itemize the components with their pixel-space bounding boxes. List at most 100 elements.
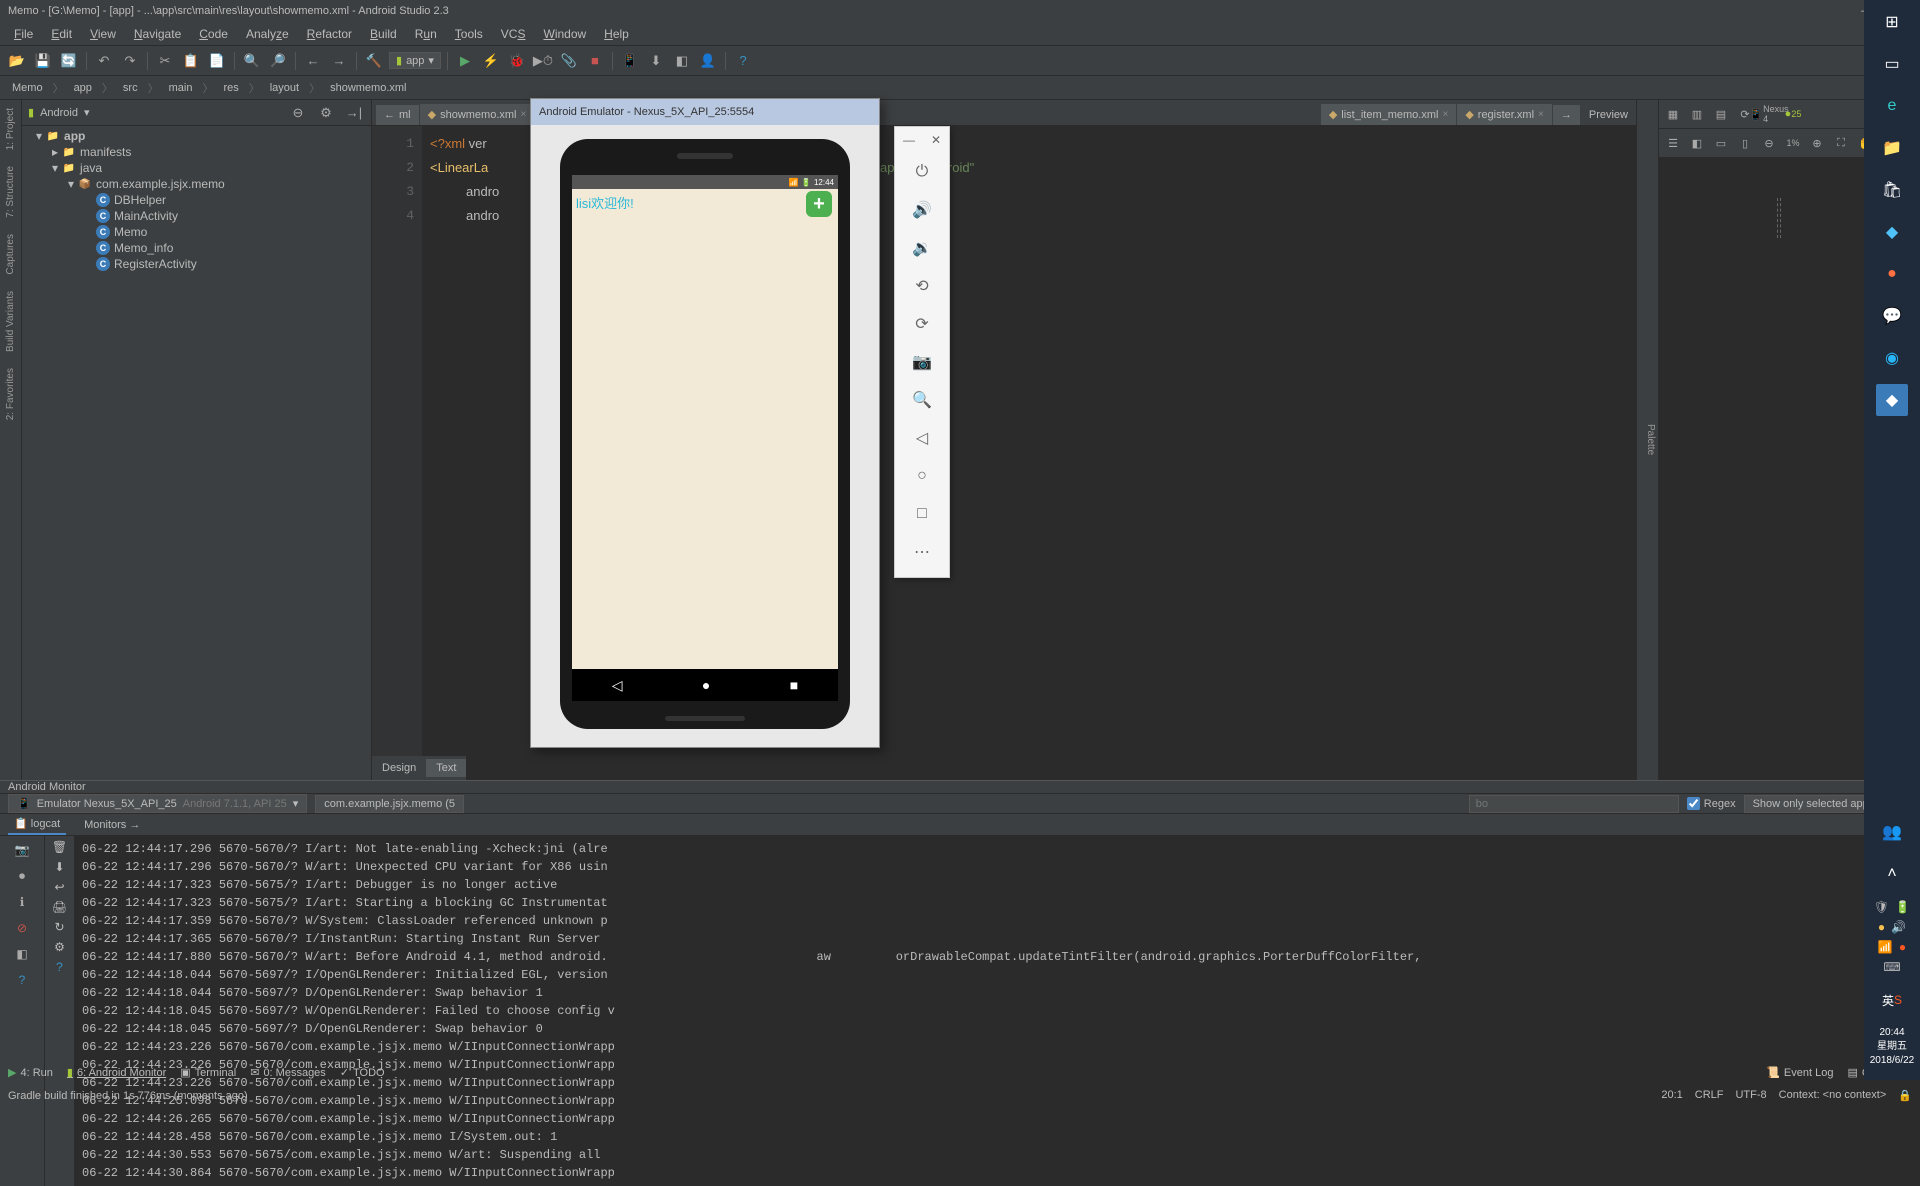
sdk-icon[interactable]: ⬇ bbox=[645, 50, 667, 72]
tree-class[interactable]: C RegisterActivity bbox=[22, 256, 371, 272]
forward-icon[interactable]: → bbox=[328, 50, 350, 72]
zoom-out-icon[interactable]: ⊖ bbox=[1759, 133, 1779, 153]
emulator-title[interactable]: Android Emulator - Nexus_5X_API_25:5554 bbox=[531, 99, 879, 125]
menu-vcs[interactable]: VCS bbox=[493, 25, 534, 43]
device-selector[interactable]: 📱Nexus 4 bbox=[1759, 104, 1779, 124]
menu-tools[interactable]: Tools bbox=[447, 25, 491, 43]
android-studio-icon[interactable]: ◆ bbox=[1876, 384, 1908, 416]
profile-icon[interactable]: ▶⏱ bbox=[532, 50, 554, 72]
terminate-icon[interactable]: ⊘ bbox=[12, 918, 32, 938]
logcat-output[interactable]: 06-22 12:44:17.296 5670-5670/? I/art: No… bbox=[74, 836, 1920, 1186]
camera-icon[interactable]: 📷 bbox=[895, 343, 949, 381]
tab-text[interactable]: Text bbox=[426, 759, 466, 777]
stop-icon[interactable]: ■ bbox=[584, 50, 606, 72]
em-close-icon[interactable]: ✕ bbox=[931, 133, 941, 147]
cut-icon[interactable]: ✂ bbox=[154, 50, 176, 72]
preview-tool-icon[interactable]: ▤ bbox=[1711, 104, 1731, 124]
regex-checkbox[interactable] bbox=[1687, 797, 1700, 810]
api-selector[interactable]: ●25 bbox=[1783, 104, 1803, 124]
tray-wifi-icon[interactable]: 📶 bbox=[1878, 940, 1893, 954]
start-icon[interactable]: ⊞ bbox=[1876, 6, 1908, 38]
tab-favorites[interactable]: 2: Favorites bbox=[3, 364, 18, 424]
tree-class[interactable]: C Memo bbox=[22, 224, 371, 240]
power-icon[interactable]: ⏻ bbox=[895, 153, 949, 191]
tree-class[interactable]: C MainActivity bbox=[22, 208, 371, 224]
tab-logcat[interactable]: 📋 logcat bbox=[8, 814, 66, 835]
save-icon[interactable]: 💾 bbox=[32, 50, 54, 72]
attach-icon[interactable]: 📎 bbox=[558, 50, 580, 72]
layout-inspector-icon[interactable]: ◧ bbox=[671, 50, 693, 72]
tab-terminal[interactable]: ▣ Terminal bbox=[180, 1066, 236, 1079]
menu-navigate[interactable]: Navigate bbox=[126, 25, 189, 43]
tab-android-monitor[interactable]: ▮6: Android Monitor bbox=[67, 1066, 166, 1079]
tab-build-variants[interactable]: Build Variants bbox=[3, 287, 18, 356]
palette-strip[interactable]: Palette bbox=[1636, 100, 1658, 780]
tree-java[interactable]: ▾ 📁 java bbox=[22, 160, 371, 176]
preview-tool-icon[interactable]: ▯ bbox=[1735, 133, 1755, 153]
make-icon[interactable]: 🔨 bbox=[363, 50, 385, 72]
tree-manifests[interactable]: ▸ 📁 manifests bbox=[22, 144, 371, 160]
bc-res[interactable]: res bbox=[217, 81, 244, 95]
screenshot-icon[interactable]: 📷 bbox=[12, 840, 32, 860]
editor-tab-register[interactable]: ◆register.xml× bbox=[1457, 104, 1552, 125]
chevron-down-icon[interactable]: ▾ bbox=[84, 106, 90, 119]
tab-messages[interactable]: ✉ 0: Messages bbox=[250, 1066, 326, 1079]
menu-analyze[interactable]: Analyze bbox=[238, 25, 297, 43]
soft-wrap-icon[interactable]: ↩ bbox=[54, 880, 64, 894]
back-icon[interactable]: ← bbox=[302, 50, 324, 72]
help-icon[interactable]: ? bbox=[12, 970, 32, 990]
app-icon[interactable]: ◉ bbox=[1876, 342, 1908, 374]
help-icon[interactable]: ? bbox=[56, 960, 63, 974]
resource-icon[interactable]: 👤 bbox=[697, 50, 719, 72]
em-minimize-icon[interactable]: — bbox=[903, 133, 915, 147]
print-icon[interactable]: 🖨 bbox=[52, 900, 67, 914]
ime-indicator[interactable]: 英 S bbox=[1876, 984, 1908, 1016]
nav-home-icon[interactable]: ● bbox=[702, 677, 710, 693]
status-context[interactable]: Context: <no context> bbox=[1779, 1089, 1887, 1102]
rotate-right-icon[interactable]: ⟳ bbox=[895, 305, 949, 343]
run-config-selector[interactable]: ▮ app ▾ bbox=[389, 52, 441, 69]
preview-tool-icon[interactable]: ▥ bbox=[1687, 104, 1707, 124]
overview-icon[interactable]: □ bbox=[895, 495, 949, 533]
nav-recent-icon[interactable]: ■ bbox=[790, 677, 798, 693]
replace-icon[interactable]: 🔎 bbox=[267, 50, 289, 72]
status-line-sep[interactable]: CRLF bbox=[1695, 1089, 1724, 1102]
bc-memo[interactable]: Memo bbox=[6, 81, 49, 95]
taskbar-clock[interactable]: 20:44 星期五 2018/6/22 bbox=[1870, 1026, 1915, 1074]
bc-app[interactable]: app bbox=[68, 81, 98, 95]
run-icon[interactable]: ▶ bbox=[454, 50, 476, 72]
device-selector[interactable]: 📱 Emulator Nexus_5X_API_25 Android 7.1.1… bbox=[8, 794, 307, 813]
store-icon[interactable]: 🛍 bbox=[1876, 174, 1908, 206]
preview-tool-icon[interactable]: ▦ bbox=[1663, 104, 1683, 124]
chevron-up-icon[interactable]: ˄ bbox=[1876, 858, 1908, 890]
task-view-icon[interactable]: ▭ bbox=[1876, 48, 1908, 80]
status-lock-icon[interactable]: 🔒 bbox=[1898, 1089, 1912, 1102]
status-encoding[interactable]: UTF-8 bbox=[1735, 1089, 1766, 1102]
bc-file[interactable]: showmemo.xml bbox=[324, 81, 412, 95]
project-view-label[interactable]: Android bbox=[40, 107, 78, 119]
restart-icon[interactable]: ↻ bbox=[54, 920, 64, 934]
tab-run[interactable]: ▶4: Run bbox=[8, 1066, 53, 1079]
tray-volume-icon[interactable]: 🔊 bbox=[1891, 920, 1906, 934]
menu-edit[interactable]: Edit bbox=[43, 25, 80, 43]
editor-tab-next[interactable]: → bbox=[1553, 105, 1580, 125]
bc-src[interactable]: src bbox=[117, 81, 144, 95]
fit-icon[interactable]: ⛶ bbox=[1831, 133, 1851, 153]
tray-icon[interactable]: 🛡 bbox=[1874, 900, 1889, 914]
tray-icon[interactable]: ● bbox=[1899, 940, 1906, 954]
redo-icon[interactable]: ↷ bbox=[119, 50, 141, 72]
record-icon[interactable]: ⏺ bbox=[12, 866, 32, 886]
bc-layout[interactable]: layout bbox=[264, 81, 305, 95]
preview-tool-icon[interactable]: ☰ bbox=[1663, 133, 1683, 153]
preview-tool-icon[interactable]: ◧ bbox=[1687, 133, 1707, 153]
menu-refactor[interactable]: Refactor bbox=[299, 25, 360, 43]
tray-icon[interactable]: 🔋 bbox=[1895, 900, 1910, 914]
avd-icon[interactable]: 📱 bbox=[619, 50, 641, 72]
tree-class[interactable]: C Memo_info bbox=[22, 240, 371, 256]
tab-project[interactable]: 1: Project bbox=[3, 104, 18, 154]
system-info-icon[interactable]: ℹ bbox=[12, 892, 32, 912]
find-icon[interactable]: 🔍 bbox=[241, 50, 263, 72]
app-icon[interactable]: ● bbox=[1876, 258, 1908, 290]
tab-design[interactable]: Design bbox=[372, 759, 426, 777]
clear-icon[interactable]: 🗑 bbox=[52, 840, 67, 854]
